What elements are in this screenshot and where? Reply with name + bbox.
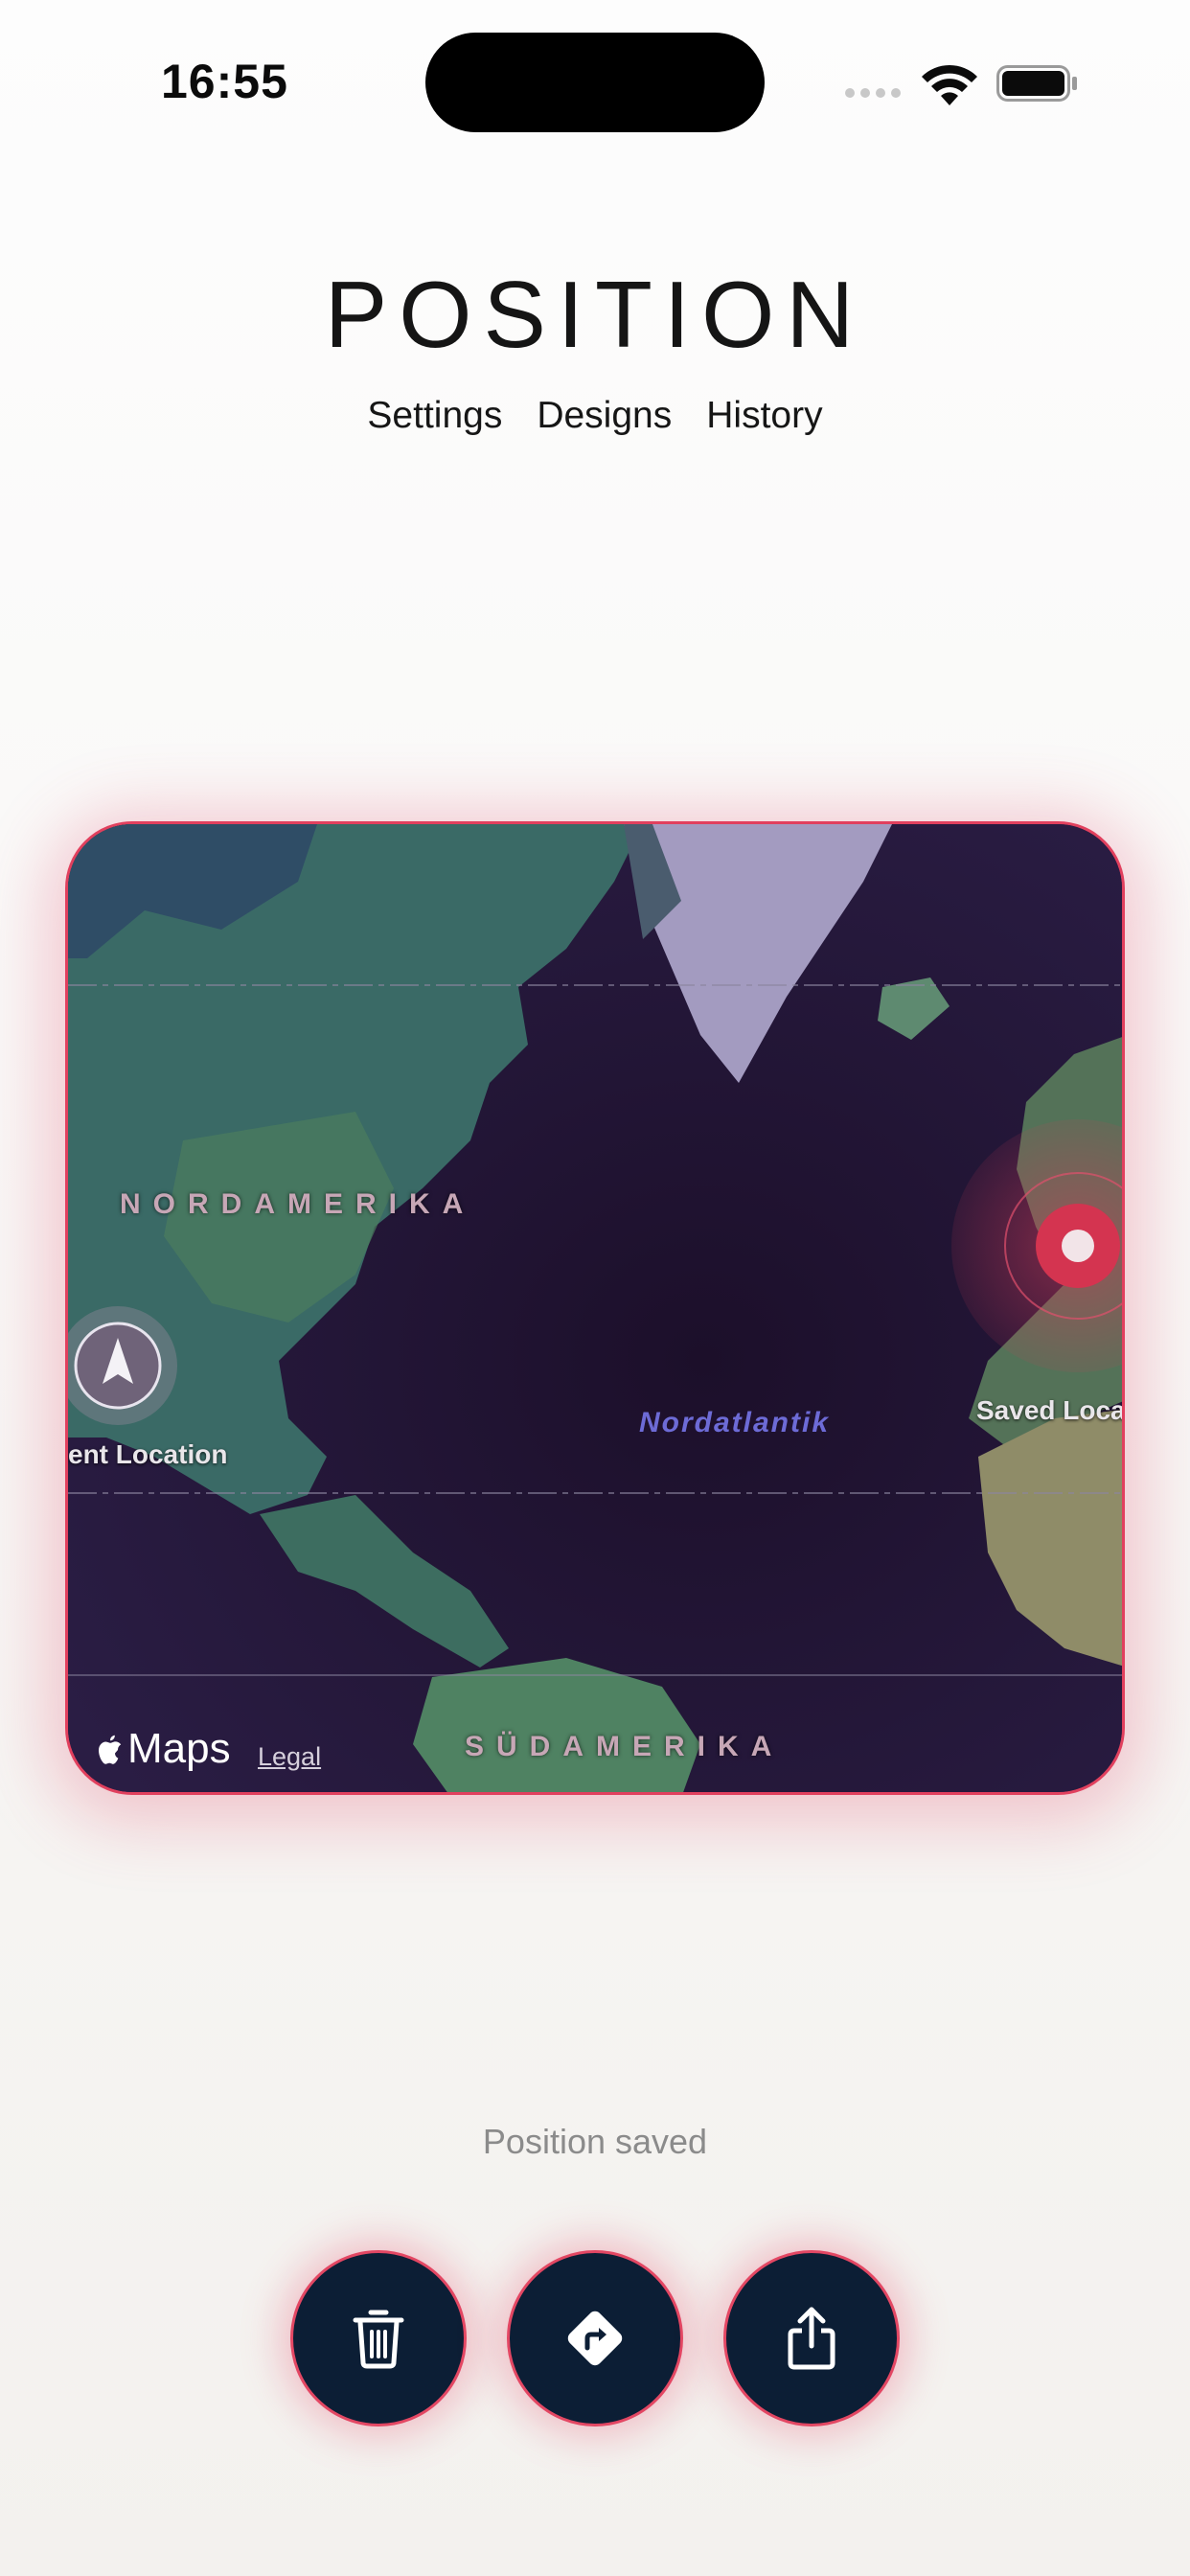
trash-icon bbox=[353, 2310, 404, 2369]
nav-settings[interactable]: Settings bbox=[367, 395, 502, 437]
legal-link[interactable]: Legal bbox=[258, 1742, 321, 1772]
cellular-signal-icon bbox=[845, 88, 901, 98]
nav-designs[interactable]: Designs bbox=[537, 395, 672, 437]
map-label-ocean: Nordatlantik bbox=[639, 1407, 831, 1438]
apple-logo-icon bbox=[99, 1735, 122, 1764]
map-label-south-america: SÜDAMERIKA bbox=[465, 1731, 785, 1762]
saved-location-label: Saved Loca bbox=[976, 1395, 1125, 1425]
app-title: POSITION bbox=[324, 262, 866, 367]
map-canvas bbox=[68, 824, 1122, 1792]
maps-brand-text: Maps bbox=[127, 1725, 231, 1772]
dynamic-island bbox=[425, 33, 765, 132]
share-button[interactable] bbox=[723, 2250, 900, 2426]
battery-icon bbox=[996, 65, 1077, 102]
map-label-north-america: NORDAMERIKA bbox=[120, 1188, 476, 1220]
top-nav: Settings Designs History bbox=[0, 395, 1190, 437]
delete-button[interactable] bbox=[290, 2250, 467, 2426]
status-message: Position saved bbox=[482, 2122, 708, 2161]
directions-button[interactable] bbox=[507, 2250, 683, 2426]
status-time: 16:55 bbox=[161, 55, 288, 108]
maps-brand: Maps bbox=[95, 1725, 231, 1773]
screen: 16:55 POSITION Settings Designs History bbox=[0, 0, 1190, 2576]
nav-history[interactable]: History bbox=[706, 395, 822, 437]
wifi-icon bbox=[922, 64, 977, 105]
directions-icon bbox=[567, 2311, 623, 2366]
share-icon bbox=[788, 2307, 835, 2370]
map-view[interactable]: NORDAMERIKA SÜDAMERIKA Nordatlantik ent … bbox=[65, 821, 1125, 1795]
current-location-label: ent Location bbox=[68, 1439, 228, 1469]
